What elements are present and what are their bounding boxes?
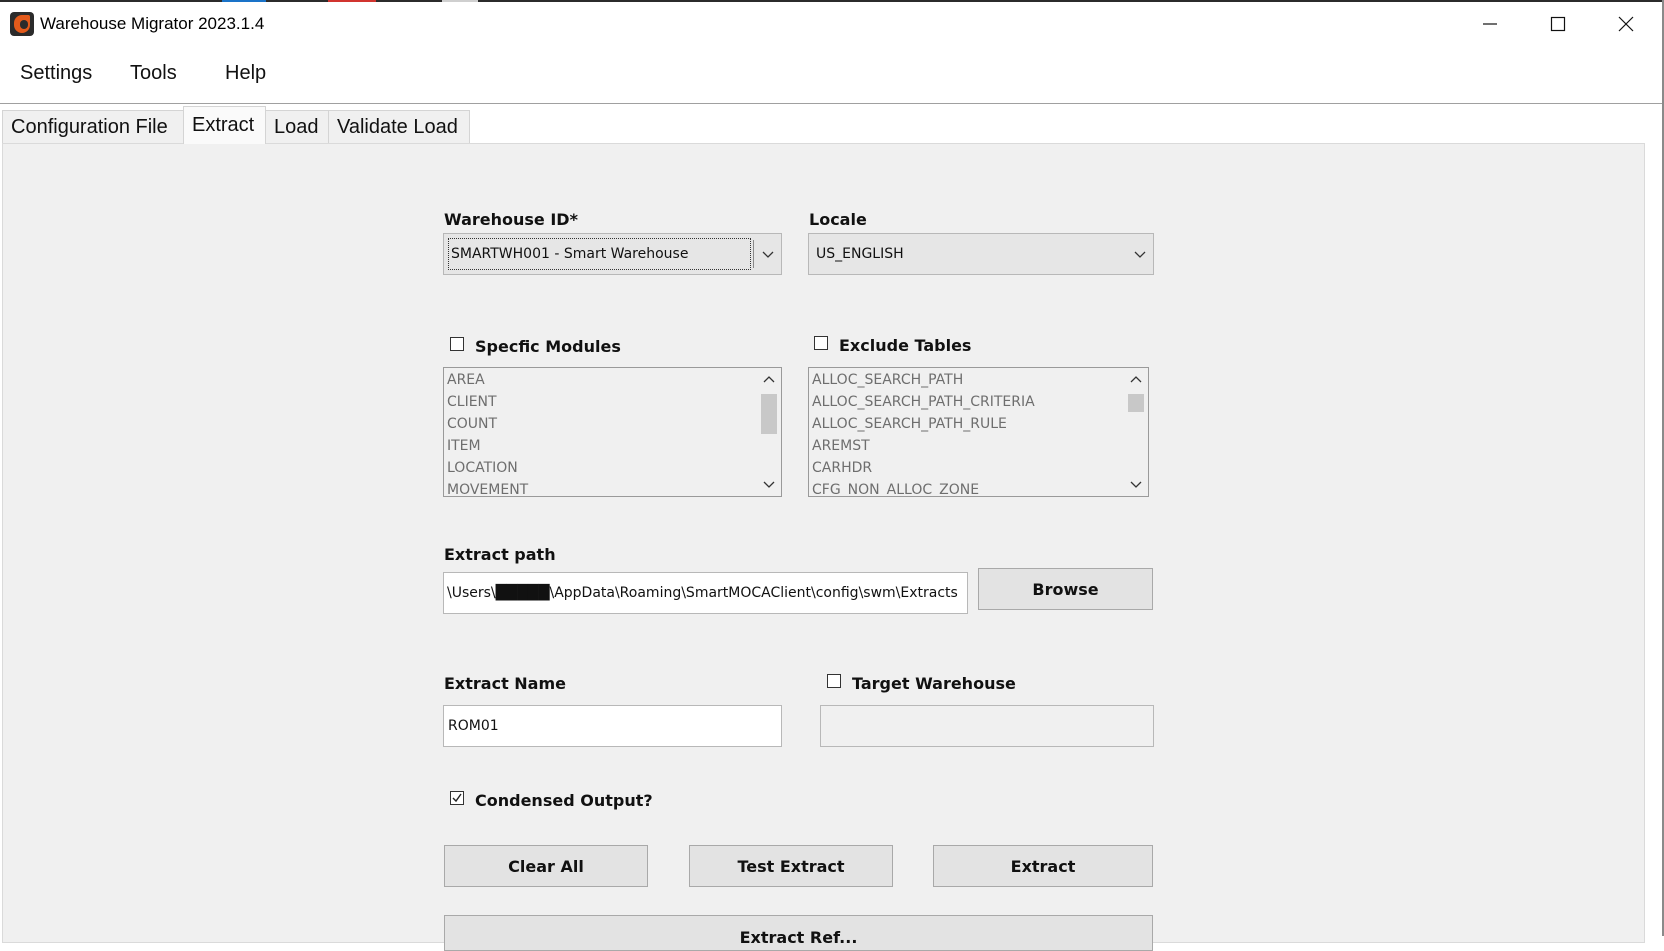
combo-separator bbox=[753, 240, 754, 268]
list-item[interactable]: COUNT bbox=[447, 416, 497, 432]
locale-select[interactable]: US_ENGLISH bbox=[808, 233, 1154, 275]
condensed-output-label: Condensed Output? bbox=[475, 791, 653, 810]
extract-ref-button[interactable]: Extract Ref... bbox=[444, 915, 1153, 951]
checkmark-icon bbox=[452, 793, 462, 803]
list-item[interactable]: ALLOC_SEARCH_PATH_CRITERIA bbox=[812, 394, 1035, 410]
extract-name-value: ROM01 bbox=[448, 718, 499, 734]
specific-modules-list[interactable]: AREA CLIENT COUNT ITEM LOCATION MOVEMENT bbox=[443, 367, 782, 497]
list-item[interactable]: ITEM bbox=[447, 438, 481, 454]
extract-path-field[interactable]: \Users\█████\AppData\Roaming\SmartMOCACl… bbox=[443, 572, 968, 614]
list-item[interactable]: CARHDR bbox=[812, 460, 872, 476]
target-warehouse-label: Target Warehouse bbox=[852, 674, 1016, 693]
menu-divider bbox=[0, 103, 1664, 104]
tab-validate-load[interactable]: Validate Load bbox=[328, 110, 470, 143]
scroll-up-icon[interactable] bbox=[763, 374, 775, 386]
locale-value: US_ENGLISH bbox=[816, 246, 904, 262]
menu-tools[interactable]: Tools bbox=[130, 62, 177, 85]
scrollbar-thumb[interactable] bbox=[1128, 394, 1144, 412]
list-item[interactable]: ALLOC_SEARCH_PATH_RULE bbox=[812, 416, 1007, 432]
menu-help[interactable]: Help bbox=[225, 62, 266, 85]
list-item[interactable]: AREMST bbox=[812, 438, 870, 454]
scrollbar-thumb[interactable] bbox=[761, 394, 777, 434]
tab-extract[interactable]: Extract bbox=[183, 106, 266, 144]
locale-label: Locale bbox=[809, 210, 867, 229]
scroll-down-icon[interactable] bbox=[1130, 478, 1142, 490]
extract-path-value: \Users\█████\AppData\Roaming\SmartMOCACl… bbox=[447, 585, 958, 601]
exclude-tables-list[interactable]: ALLOC_SEARCH_PATH ALLOC_SEARCH_PATH_CRIT… bbox=[808, 367, 1149, 497]
scroll-up-icon[interactable] bbox=[1130, 374, 1142, 386]
menu-bar: Settings Tools Help bbox=[0, 52, 1664, 98]
condensed-output-checkbox[interactable] bbox=[450, 791, 464, 805]
minimize-icon bbox=[1483, 23, 1497, 25]
extract-button[interactable]: Extract bbox=[933, 845, 1153, 887]
warehouse-id-value: SMARTWH001 - Smart Warehouse bbox=[451, 246, 689, 262]
target-warehouse-checkbox[interactable] bbox=[827, 674, 841, 688]
list-item[interactable]: ALLOC_SEARCH_PATH bbox=[812, 372, 963, 388]
specific-modules-label: Specfic Modules bbox=[475, 337, 621, 356]
warehouse-id-select[interactable]: SMARTWH001 - Smart Warehouse bbox=[443, 233, 782, 275]
list-item[interactable]: MOVEMENT bbox=[447, 482, 528, 496]
maximize-icon bbox=[1550, 16, 1566, 32]
list-item[interactable]: AREA bbox=[447, 372, 485, 388]
extract-name-label: Extract Name bbox=[444, 674, 566, 693]
exclude-tables-scrollbar[interactable] bbox=[1124, 368, 1148, 496]
exclude-tables-label: Exclude Tables bbox=[839, 336, 972, 355]
close-icon bbox=[1618, 16, 1634, 32]
app-icon bbox=[10, 12, 34, 36]
scroll-down-icon[interactable] bbox=[763, 478, 775, 490]
extract-path-label: Extract path bbox=[444, 545, 556, 564]
test-extract-button[interactable]: Test Extract bbox=[689, 845, 893, 887]
specific-modules-scrollbar[interactable] bbox=[757, 368, 781, 496]
menu-settings[interactable]: Settings bbox=[20, 62, 92, 85]
minimize-button[interactable] bbox=[1456, 2, 1524, 46]
specific-modules-checkbox[interactable] bbox=[450, 337, 464, 351]
list-item[interactable]: CFG_NON_ALLOC_ZONE bbox=[812, 482, 979, 496]
target-warehouse-field[interactable] bbox=[820, 705, 1154, 747]
tab-load[interactable]: Load bbox=[265, 110, 329, 143]
close-button[interactable] bbox=[1592, 2, 1660, 46]
tab-configuration-file[interactable]: Configuration File bbox=[2, 110, 184, 143]
window-title: Warehouse Migrator 2023.1.4 bbox=[40, 14, 265, 33]
title-bar: Warehouse Migrator 2023.1.4 bbox=[0, 2, 1664, 46]
extract-name-field[interactable]: ROM01 bbox=[443, 705, 782, 747]
list-item[interactable]: CLIENT bbox=[447, 394, 497, 410]
chevron-down-icon bbox=[1134, 251, 1146, 258]
exclude-tables-checkbox[interactable] bbox=[814, 336, 828, 350]
maximize-button[interactable] bbox=[1524, 2, 1592, 46]
browse-button[interactable]: Browse bbox=[978, 568, 1153, 610]
list-item[interactable]: LOCATION bbox=[447, 460, 518, 476]
chevron-down-icon bbox=[762, 251, 774, 258]
clear-all-button[interactable]: Clear All bbox=[444, 845, 648, 887]
warehouse-id-label: Warehouse ID* bbox=[444, 210, 578, 229]
